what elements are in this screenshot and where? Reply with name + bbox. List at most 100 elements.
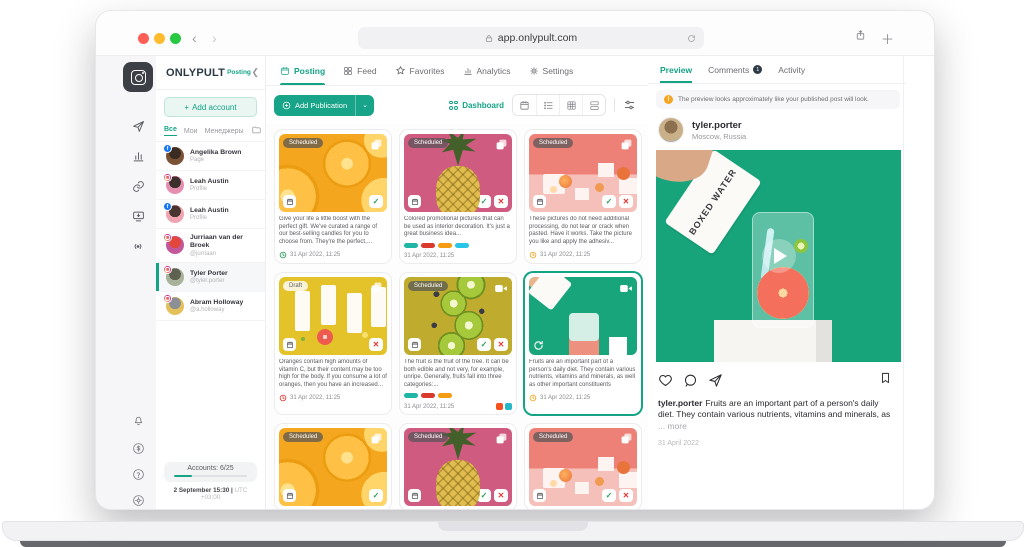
rail-item-dollar-circle[interactable] bbox=[126, 436, 150, 460]
view-button-board-view[interactable] bbox=[582, 95, 605, 115]
tab-settings[interactable]: Settings bbox=[529, 56, 574, 85]
post-card[interactable]: !Error Fruits are an important part of a… bbox=[524, 272, 642, 415]
approve-button[interactable]: ✓ bbox=[369, 489, 383, 502]
rail-item-paper-plane[interactable] bbox=[126, 114, 150, 138]
rail-item-gear-circle[interactable] bbox=[126, 488, 150, 510]
share-icon[interactable] bbox=[855, 29, 866, 41]
video-icon bbox=[494, 281, 508, 299]
clock-icon bbox=[529, 394, 537, 402]
calendar-chip[interactable] bbox=[408, 489, 421, 502]
post-card[interactable]: Scheduled ✓✕ The fruit is the fruit of t… bbox=[399, 272, 517, 415]
calendar-chip[interactable] bbox=[283, 195, 296, 208]
instagram-rail-icon[interactable] bbox=[123, 62, 153, 92]
calendar-chip[interactable] bbox=[533, 195, 546, 208]
calendar-chip[interactable] bbox=[283, 489, 296, 502]
reject-button[interactable]: ✕ bbox=[619, 195, 633, 208]
account-tab-0[interactable]: Все bbox=[164, 126, 177, 136]
heart-icon[interactable] bbox=[658, 373, 673, 388]
post-card[interactable]: Scheduled ✓✕ bbox=[399, 423, 517, 509]
account-row[interactable]: Abram Holloway @a.holloway bbox=[156, 292, 265, 321]
account-tab-2[interactable]: Менеджеры bbox=[205, 128, 244, 135]
reject-button[interactable]: ✕ bbox=[619, 489, 633, 502]
add-publication-button[interactable]: Add Publication ⌄ bbox=[274, 95, 374, 116]
approve-button[interactable]: ✓ bbox=[477, 489, 491, 502]
calendar-chip[interactable] bbox=[533, 489, 546, 502]
reject-button[interactable]: ✕ bbox=[369, 338, 383, 351]
calendar-chip[interactable] bbox=[283, 338, 296, 351]
approve-button[interactable]: ✓ bbox=[602, 195, 616, 208]
calendar-chip[interactable] bbox=[408, 195, 421, 208]
plus-circle-icon bbox=[282, 101, 291, 110]
post-card[interactable]: Scheduled ✓✕ These pictures do not need … bbox=[524, 129, 642, 264]
close-window-button[interactable] bbox=[138, 33, 149, 44]
dashboard-toggle[interactable]: Dashboard bbox=[449, 101, 504, 110]
post-photo[interactable]: BOXED WATER bbox=[656, 150, 901, 362]
folder-icon[interactable] bbox=[251, 125, 262, 135]
play-button[interactable] bbox=[762, 239, 796, 273]
post-card[interactable]: Scheduled ✓ Give your life a little boos… bbox=[274, 129, 392, 264]
account-row[interactable]: Tyler Porter @tyler.porter bbox=[156, 263, 265, 292]
account-subtitle: Profile bbox=[190, 215, 229, 221]
comment-icon[interactable] bbox=[683, 373, 698, 388]
post-card[interactable]: Scheduled ✓ bbox=[274, 423, 392, 509]
rail-item-link[interactable] bbox=[126, 174, 150, 198]
calendar-chip[interactable] bbox=[408, 338, 421, 351]
avatar bbox=[166, 176, 184, 194]
forward-button[interactable]: › bbox=[212, 30, 217, 46]
bookmark-icon[interactable] bbox=[879, 371, 892, 385]
rail-item-broadcast[interactable] bbox=[126, 234, 150, 258]
account-tab-1[interactable]: Мои bbox=[184, 128, 198, 135]
add-account-button[interactable]: + Add account bbox=[164, 97, 257, 117]
tab-favorites[interactable]: Favorites bbox=[395, 56, 445, 85]
maximize-window-button[interactable] bbox=[170, 33, 181, 44]
reject-button[interactable]: ✕ bbox=[494, 338, 508, 351]
post-card[interactable]: Scheduled ✓✕ bbox=[524, 423, 642, 509]
tab-analytics[interactable]: Analytics bbox=[463, 56, 511, 85]
preview-tab-preview[interactable]: Preview bbox=[660, 56, 692, 83]
grid-view-icon bbox=[566, 100, 577, 111]
address-bar[interactable]: app.onlypult.com bbox=[358, 27, 704, 49]
view-button-list-view[interactable] bbox=[536, 95, 559, 115]
preview-tab-activity[interactable]: Activity bbox=[778, 56, 805, 83]
approve-button[interactable]: ✓ bbox=[477, 338, 491, 351]
account-row[interactable]: f Angelika Brown Page bbox=[156, 142, 265, 171]
minimize-window-button[interactable] bbox=[154, 33, 165, 44]
caption-username[interactable]: tyler.porter bbox=[658, 398, 702, 408]
reload-icon[interactable] bbox=[687, 34, 696, 43]
approve-button[interactable]: ✓ bbox=[477, 195, 491, 208]
error-icon: ! bbox=[539, 283, 546, 290]
back-button[interactable]: ‹ bbox=[192, 30, 197, 46]
add-publication-dropdown[interactable]: ⌄ bbox=[355, 95, 374, 116]
share-plane-icon[interactable] bbox=[708, 373, 723, 388]
approve-button[interactable]: ✓ bbox=[369, 195, 383, 208]
reject-button[interactable]: ✕ bbox=[494, 195, 508, 208]
post-username[interactable]: tyler.porter bbox=[692, 120, 746, 131]
reject-button[interactable]: ✕ bbox=[494, 489, 508, 502]
collapse-sidebar-icon[interactable]: ❮ bbox=[251, 67, 259, 78]
datetime-row: 2 September 15:30 | UTC +03:00 bbox=[164, 487, 257, 501]
approve-button[interactable]: ✓ bbox=[602, 489, 616, 502]
rail-item-bell[interactable] bbox=[126, 408, 150, 432]
avatar[interactable] bbox=[658, 117, 684, 143]
preview-tab-comments[interactable]: Comments1 bbox=[708, 56, 762, 83]
caption-more-link[interactable]: ... more bbox=[658, 421, 687, 431]
view-button-calendar-view[interactable] bbox=[513, 95, 536, 115]
new-tab-icon[interactable]: ＋ bbox=[881, 29, 894, 48]
account-row[interactable]: Jurriaan van der Broek @jurriaan bbox=[156, 229, 265, 263]
retry-icon[interactable] bbox=[533, 340, 544, 351]
rail-item-help-circle[interactable] bbox=[126, 462, 150, 486]
rail-item-monitor-download[interactable] bbox=[126, 204, 150, 228]
accounts-progress bbox=[174, 475, 247, 478]
card-actions: ✓✕ bbox=[602, 489, 633, 502]
view-button-grid-view[interactable] bbox=[559, 95, 582, 115]
laptop-notch bbox=[438, 522, 588, 531]
tab-posting[interactable]: Posting bbox=[280, 56, 325, 85]
filters-icon[interactable] bbox=[623, 99, 636, 111]
status-label: Scheduled bbox=[539, 140, 567, 146]
account-row[interactable]: Leah Austin Profile bbox=[156, 171, 265, 200]
account-row[interactable]: f Leah Austin Profile bbox=[156, 200, 265, 229]
rail-item-bar-chart[interactable] bbox=[126, 144, 150, 168]
post-card[interactable]: Scheduled ✓✕ Colored promotional picture… bbox=[399, 129, 517, 264]
post-card[interactable]: Draft ✕ Oranges contain high amounts of … bbox=[274, 272, 392, 415]
tab-feed[interactable]: Feed bbox=[343, 56, 376, 85]
